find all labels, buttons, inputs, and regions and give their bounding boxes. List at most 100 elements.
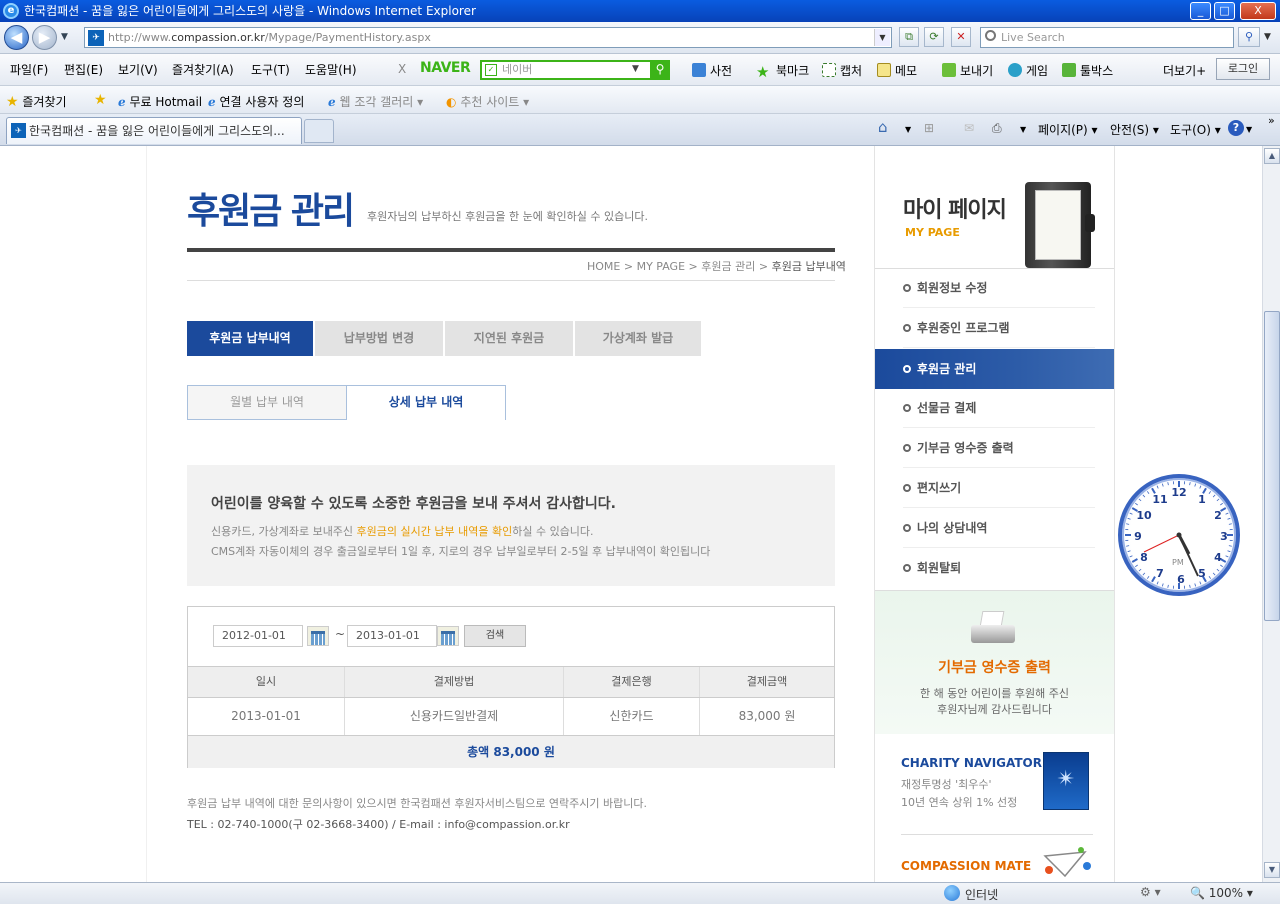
tab-overdue[interactable]: 지연된 후원금 xyxy=(445,321,575,356)
bullet-icon xyxy=(903,404,911,412)
feeds-icon[interactable]: ⊞ xyxy=(924,121,934,135)
receipt-banner[interactable]: 기부금 영수증 출력 한 해 동안 어린이를 후원해 주신 후원자님께 감사드립… xyxy=(875,590,1114,734)
menu-favorites[interactable]: 즐겨찾기(A) xyxy=(172,61,234,78)
naver-toolbar-close-button[interactable]: X xyxy=(398,62,406,76)
history-dropdown-icon[interactable]: ▼ xyxy=(61,32,68,42)
sidebar-item-programs[interactable]: 후원중인 프로그램 xyxy=(903,308,1095,348)
close-button[interactable]: X xyxy=(1240,2,1276,20)
sidebar-item-withdraw[interactable]: 회원탈퇴 xyxy=(903,548,1095,588)
clock-tick xyxy=(1146,491,1150,494)
menu-edit[interactable]: 편집(E) xyxy=(64,61,103,78)
help-icon[interactable]: ? xyxy=(1228,120,1244,136)
naver-search-input[interactable]: ✓ 네이버 ▼ xyxy=(480,60,670,80)
favorites-button[interactable]: ★ 즐겨찾기 xyxy=(6,93,67,110)
desktop-clock-gadget[interactable]: 12 1 2 3 4 5 6 7 8 9 10 11 PM xyxy=(1118,474,1240,596)
refresh-icon[interactable]: ⟳ xyxy=(924,27,944,47)
naver-login-button[interactable]: 로그인 xyxy=(1216,58,1270,80)
ie-page-icon: ℯ xyxy=(118,95,126,109)
sidebar-item-consult[interactable]: 나의 상담내역 xyxy=(903,508,1095,548)
naver-tool-dictionary[interactable]: 사전 xyxy=(692,62,732,79)
page-menu[interactable]: 페이지(P) ▾ xyxy=(1038,121,1098,138)
subtab-detailed[interactable]: 상세 납부 내역 xyxy=(346,385,506,420)
address-dropdown-icon[interactable]: ▼ xyxy=(874,29,890,46)
fav-web-slice-gallery[interactable]: ℯ 웹 조각 갤러리 ▾ xyxy=(328,93,423,110)
vertical-scrollbar[interactable]: ▲ ▼ xyxy=(1262,146,1280,882)
date-to-input[interactable]: 2013-01-01 xyxy=(347,625,437,647)
sidebar-item-receipt-print[interactable]: 기부금 영수증 출력 xyxy=(903,428,1095,468)
tools-menu[interactable]: 도구(O) ▾ xyxy=(1170,121,1221,138)
minimize-button[interactable]: _ xyxy=(1190,2,1211,20)
compassion-mate-heading[interactable]: COMPASSION MATE xyxy=(901,859,1031,873)
tab-change-method[interactable]: 납부방법 변경 xyxy=(315,321,445,356)
scroll-up-icon[interactable]: ▲ xyxy=(1264,148,1280,164)
ie-page-icon: ℯ xyxy=(208,95,216,109)
fav-suggested-sites[interactable]: ◐ 추천 사이트 ▾ xyxy=(446,93,529,110)
clock-tick xyxy=(1227,550,1231,553)
menu-tools[interactable]: 도구(T) xyxy=(251,61,290,78)
scroll-down-icon[interactable]: ▼ xyxy=(1264,862,1280,878)
breadcrumb-mypage[interactable]: MY PAGE xyxy=(637,260,685,273)
table-header: 일시 결제방법 결제은행 결제금액 xyxy=(188,666,834,698)
naver-search-button[interactable]: ⚲ xyxy=(650,60,670,80)
naver-dropdown-icon[interactable]: ▼ xyxy=(632,64,639,74)
sidebar-item-gift-payment[interactable]: 선물금 결제 xyxy=(903,388,1095,428)
subtab-monthly[interactable]: 월별 납부 내역 xyxy=(187,385,347,420)
charity-navigator-banner[interactable]: CHARITY NAVIGATOR 재정투명성 '최우수' 10년 연속 상위 … xyxy=(875,734,1114,834)
naver-more-button[interactable]: 더보기+ xyxy=(1163,62,1206,79)
maximize-button[interactable]: □ xyxy=(1214,2,1235,20)
clock-ampm: PM xyxy=(1172,558,1184,567)
sidebar-item-donation-manage[interactable]: 후원금 관리 xyxy=(875,349,1114,389)
menu-help[interactable]: 도움말(H) xyxy=(305,61,357,78)
calendar-to-icon[interactable] xyxy=(437,626,459,646)
tab-payment-history[interactable]: 후원금 납부내역 xyxy=(187,321,315,356)
fav-hotmail[interactable]: ℯ 무료 Hotmail xyxy=(118,93,202,110)
compatibility-view-icon[interactable]: ⧉ xyxy=(899,27,919,47)
search-options-icon[interactable]: ▼ xyxy=(1264,32,1271,42)
tab-bar: ✈ 한국컴패션 - 꿈을 잃은 어린이들에게 그리스도의... ⌂ ▼ ⊞ ✉ … xyxy=(0,114,1280,146)
clock-number: 10 xyxy=(1136,509,1152,522)
print-icon[interactable]: ⎙ xyxy=(992,121,1002,136)
scroll-thumb[interactable] xyxy=(1264,311,1280,621)
address-bar[interactable]: ✈ http://www.compassion.or.kr/Mypage/Pay… xyxy=(84,27,892,48)
naver-tool-toolbox[interactable]: 툴박스 xyxy=(1062,62,1113,79)
bullet-icon xyxy=(903,484,911,492)
home-dropdown-icon[interactable]: ▼ xyxy=(905,125,911,134)
naver-tool-memo[interactable]: 메모 xyxy=(877,62,917,79)
menu-view[interactable]: 보기(V) xyxy=(118,61,158,78)
stop-icon[interactable]: ✕ xyxy=(951,27,971,47)
search-button[interactable]: 검색 xyxy=(464,625,526,647)
new-tab-button[interactable] xyxy=(304,119,334,143)
naver-tool-bookmark[interactable]: ★ 북마크 xyxy=(756,62,809,81)
search-go-icon[interactable]: ⚲ xyxy=(1238,27,1260,47)
menu-file[interactable]: 파일(F) xyxy=(10,61,48,78)
sidebar-item-edit-info[interactable]: 회원정보 수정 xyxy=(903,268,1095,308)
tab-virtual-account[interactable]: 가상계좌 발급 xyxy=(575,321,703,356)
fav-custom-links[interactable]: ℯ 연결 사용자 정의 xyxy=(208,93,304,110)
live-search-input[interactable]: Live Search xyxy=(980,27,1234,48)
sidebar-item-write-letter[interactable]: 편지쓰기 xyxy=(903,468,1095,508)
naver-tool-send[interactable]: 보내기 xyxy=(942,62,993,79)
add-favorite-icon[interactable]: ★ xyxy=(94,92,107,108)
protected-mode-icon[interactable]: ⚙ ▾ xyxy=(1140,885,1161,899)
home-icon[interactable]: ⌂ xyxy=(878,118,888,136)
safety-menu[interactable]: 안전(S) ▾ xyxy=(1110,121,1159,138)
chevron-more-icon[interactable]: » xyxy=(1268,114,1275,127)
breadcrumb-donation[interactable]: 후원금 관리 xyxy=(701,260,755,273)
print-dropdown-icon[interactable]: ▼ xyxy=(1020,125,1026,134)
tab-title: 한국컴패션 - 꿈을 잃은 어린이들에게 그리스도의... xyxy=(29,124,285,138)
zoom-level[interactable]: 🔍 100% ▾ xyxy=(1190,886,1253,900)
breadcrumb-home[interactable]: HOME xyxy=(587,260,620,273)
bullet-icon xyxy=(903,284,911,292)
calendar-from-icon[interactable] xyxy=(307,626,329,646)
naver-tool-game[interactable]: 게임 xyxy=(1008,62,1048,79)
date-from-input[interactable]: 2012-01-01 xyxy=(213,625,303,647)
back-button[interactable]: ◀ xyxy=(4,25,29,50)
clock-tick xyxy=(1135,564,1138,568)
mail-icon[interactable]: ✉ xyxy=(964,121,974,135)
help-dropdown-icon[interactable]: ▼ xyxy=(1246,125,1252,134)
clock-number: 5 xyxy=(1198,567,1206,580)
forward-button[interactable]: ▶ xyxy=(32,25,57,50)
naver-tool-capture[interactable]: 캡처 xyxy=(822,62,862,79)
clock-tick xyxy=(1126,523,1130,525)
tab-active[interactable]: ✈ 한국컴패션 - 꿈을 잃은 어린이들에게 그리스도의... xyxy=(6,117,302,144)
